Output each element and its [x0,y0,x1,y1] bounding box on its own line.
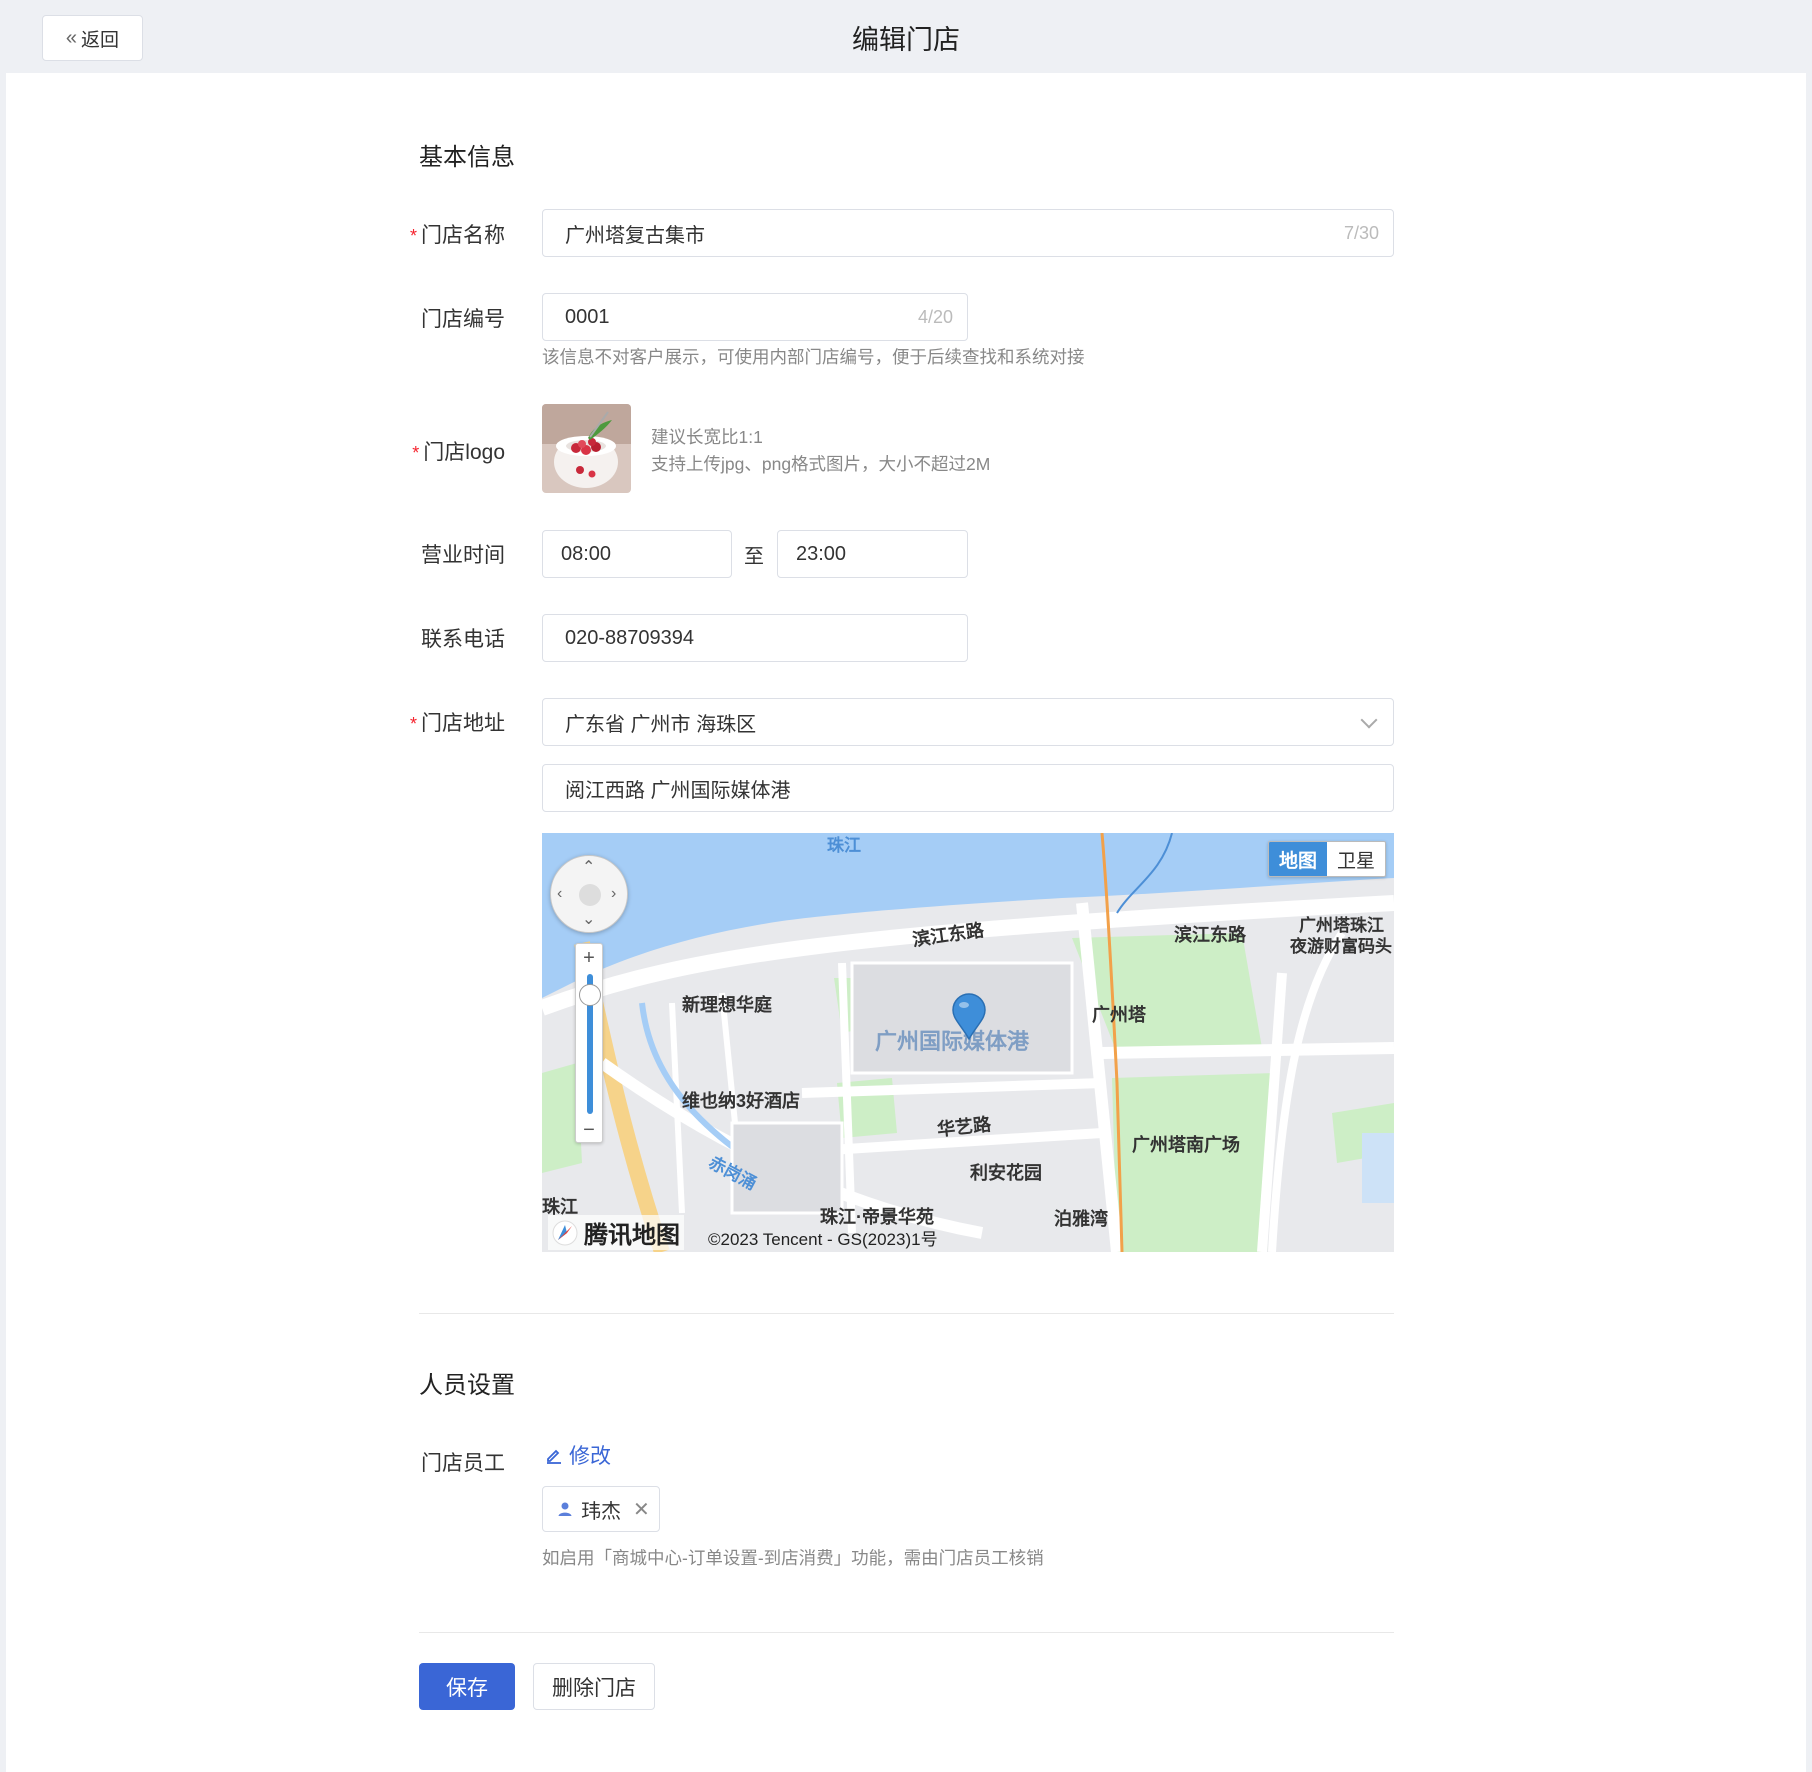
dessert-photo-icon [542,404,631,493]
map-label-square: 广州塔南广场 [1132,1135,1240,1155]
edit-staff-label: 修改 [569,1445,611,1468]
required-mark: * [409,714,417,734]
close-time-value: 23:00 [796,542,847,565]
address-detail-value: 阅江西路 广州国际媒体港 [565,779,791,802]
store-code-input[interactable]: 0001 4/20 [542,293,968,341]
phone-label: 联系电话 [421,628,505,651]
actions-divider [419,1632,1394,1633]
store-name-input[interactable]: 广州塔复古集市 7/30 [542,209,1394,257]
page-edge-left [0,0,6,1772]
page-edge-right [1806,0,1812,1772]
map-zoom-control: + − [575,943,603,1143]
map-copyright: ©2023 Tencent - GS(2023)1号 [708,1230,938,1249]
pan-up-icon[interactable]: ⌃ [582,860,595,876]
page-header: « 返回 编辑门店 [6,0,1806,73]
pan-center [579,884,601,906]
map-type-map[interactable]: 地图 [1268,842,1327,876]
pan-right-icon[interactable]: › [611,886,616,902]
map-brand: 腾讯地图 [548,1215,684,1250]
map-label-garden: 利安花园 [970,1163,1042,1183]
open-time-value: 08:00 [561,542,612,565]
store-logo-label: * 门店logo [412,441,505,464]
map-pan-control[interactable]: ⌃ ⌄ ‹ › [550,855,628,933]
map-label-pier2: 夜游财富码头 [1290,937,1392,956]
pan-left-icon[interactable]: ‹ [557,886,562,902]
region-select[interactable]: 广东省 广州市 海珠区 [542,698,1394,746]
map-label-poi1: 新理想华庭 [682,995,772,1015]
region-value: 广东省 广州市 海珠区 [565,713,757,736]
map-type-satellite[interactable]: 卫星 [1327,842,1385,876]
location-map[interactable]: 珠江 滨江东路 滨江东路 广州塔珠江 夜游财富码头 新理想华庭 广州国际媒体港 … [542,833,1394,1252]
staff-hint: 如启用「商城中心-订单设置-到店消费」功能，需由门店员工核销 [542,1548,1044,1568]
zoom-out-icon[interactable]: − [576,1120,602,1140]
save-button[interactable]: 保存 [419,1663,515,1710]
map-brand-name: 腾讯地图 [584,1222,680,1249]
address-detail-input[interactable]: 阅江西路 广州国际媒体港 [542,764,1394,812]
store-code-count: 4/20 [917,307,953,327]
map-label-bay: 泊雅湾 [1054,1209,1108,1229]
page-title: 编辑门店 [852,25,960,55]
edit-staff-button[interactable]: 修改 [545,1440,611,1470]
location-pin-icon [951,993,987,1046]
map-label-hotel: 维也纳3好酒店 [682,1091,801,1111]
store-code-label: 门店编号 [421,308,505,331]
staff-tag-name: 玮杰 [581,1500,621,1523]
user-icon [558,1502,572,1516]
section-divider [419,1313,1394,1314]
store-code-hint: 该信息不对客户展示，可使用内部门店编号，便于后续查找和系统对接 [542,347,1085,367]
business-hours-label: 营业时间 [421,544,505,567]
staff-label: 门店员工 [421,1452,505,1475]
address-label: * 门店地址 [409,712,505,735]
store-logo-image[interactable] [542,404,631,493]
phone-value: 020-88709394 [565,626,695,649]
store-name-label: * 门店名称 [409,224,505,247]
map-label-road2: 滨江东路 [1174,925,1246,945]
zoom-slider-handle[interactable] [579,984,601,1006]
required-mark: * [412,443,420,463]
section-title-basic: 基本信息 [419,144,515,171]
logo-format-hint: 支持上传jpg、png格式图片，大小不超过2M [651,454,991,474]
chevron-down-icon [1360,711,1378,729]
logo-ratio-hint: 建议长宽比1:1 [651,427,763,447]
edit-pencil-icon [547,1449,561,1464]
store-name-value: 广州塔复古集市 [565,224,705,247]
map-label-river-top: 珠江 [827,836,861,855]
remove-staff-icon[interactable]: ✕ [633,1497,650,1522]
section-title-staff: 人员设置 [419,1372,515,1399]
pan-down-icon[interactable]: ⌄ [582,912,595,928]
zoom-in-icon[interactable]: + [576,948,602,968]
required-mark: * [409,226,417,246]
map-label-tower: 广州塔 [1092,1005,1146,1025]
store-code-value: 0001 [565,305,610,328]
store-name-count: 7/30 [1343,223,1379,243]
map-type-switch: 地图 卫星 [1267,841,1386,877]
staff-tag: 玮杰 ✕ [542,1486,660,1532]
phone-input[interactable]: 020-88709394 [542,614,968,662]
hours-separator: 至 [744,546,764,568]
close-time-input[interactable]: 23:00 [777,530,968,578]
open-time-input[interactable]: 08:00 [542,530,732,578]
tencent-map-logo-icon [552,1220,578,1245]
delete-store-button[interactable]: 删除门店 [533,1663,655,1710]
